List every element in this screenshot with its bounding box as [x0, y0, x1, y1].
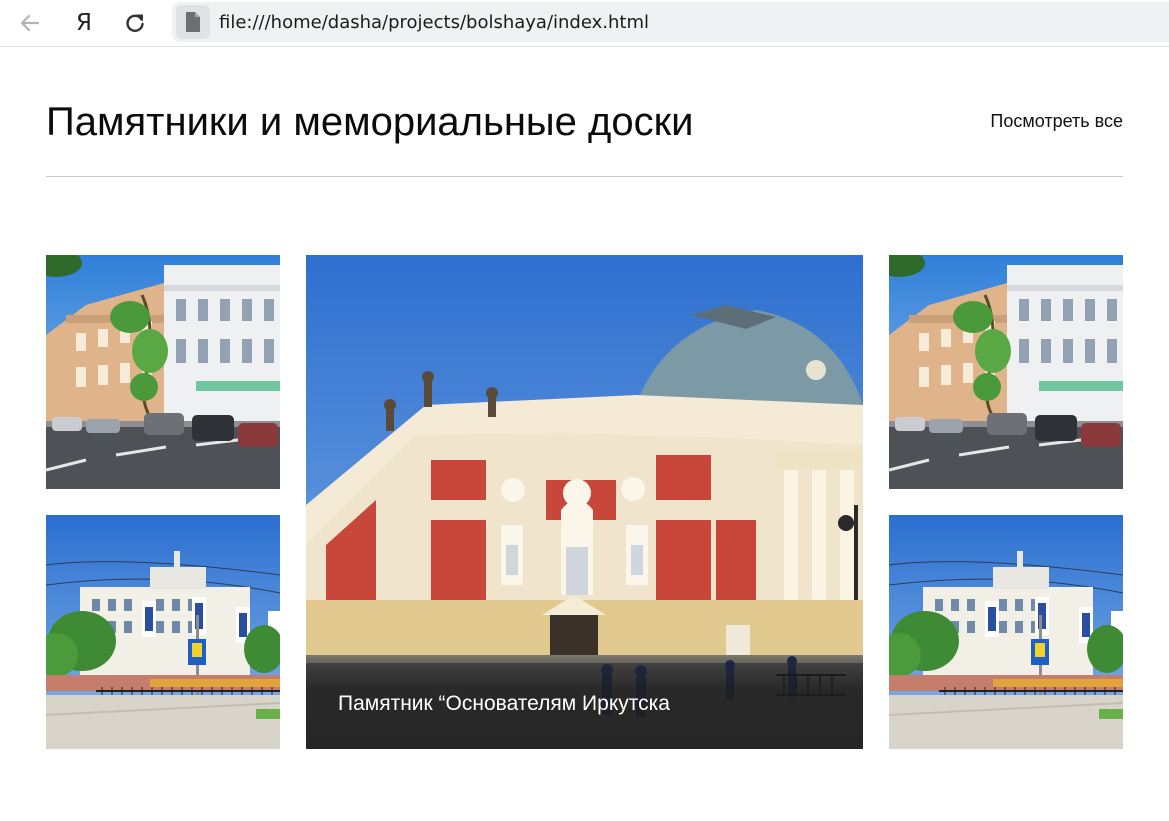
yandex-icon: Я	[76, 9, 92, 36]
back-arrow-icon	[20, 14, 40, 32]
back-button[interactable]	[14, 7, 46, 39]
page-info-button[interactable]	[176, 5, 210, 39]
gallery-thumbnail-right-top[interactable]	[889, 255, 1123, 489]
building-flags-photo	[889, 515, 1123, 749]
building-flags-photo	[46, 515, 280, 749]
featured-caption: Памятник “Основателям Иркутска	[338, 692, 670, 715]
gallery-thumbnail-left-bottom[interactable]	[46, 515, 280, 749]
reload-button[interactable]	[119, 7, 151, 39]
browser-toolbar: Я file:///home/dasha/projects/bolshaya/i…	[0, 0, 1169, 47]
yandex-button[interactable]: Я	[68, 7, 100, 39]
address-bar[interactable]: file:///home/dasha/projects/bolshaya/ind…	[172, 2, 1169, 42]
street-photo	[889, 255, 1123, 489]
header-divider	[46, 176, 1123, 177]
page-file-icon	[186, 12, 200, 32]
gallery-thumbnail-left-top[interactable]	[46, 255, 280, 489]
street-photo	[46, 255, 280, 489]
section-title: Памятники и мемориальные доски	[46, 100, 694, 144]
reload-icon	[126, 14, 144, 32]
url-text[interactable]: file:///home/dasha/projects/bolshaya/ind…	[219, 12, 649, 33]
gallery-featured-item[interactable]: Памятник “Основателям Иркутска	[306, 255, 863, 749]
view-all-link[interactable]: Посмотреть все	[990, 111, 1123, 132]
gallery-thumbnail-right-bottom[interactable]	[889, 515, 1123, 749]
